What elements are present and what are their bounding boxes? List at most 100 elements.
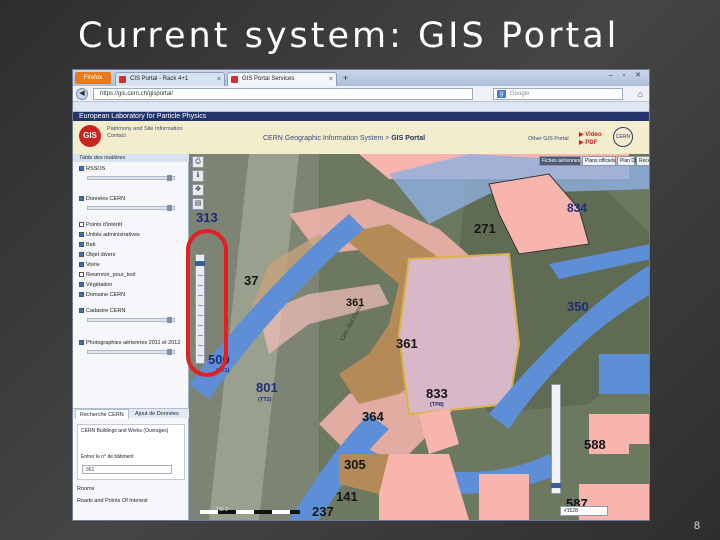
checkbox[interactable]	[79, 166, 84, 171]
building-label[interactable]: 305	[344, 457, 366, 472]
right-zoom-slider[interactable]	[551, 384, 561, 494]
slider-knob[interactable]	[167, 349, 172, 355]
browser-tab[interactable]: CIS Portal - Rack 4+1 ×	[115, 72, 225, 86]
contact-link[interactable]: Contact	[107, 133, 183, 140]
layer-item[interactable]: Données CERN	[79, 196, 125, 203]
building-label[interactable]: 833	[426, 386, 448, 401]
transparency-slider[interactable]	[87, 205, 175, 211]
search-title: CERN Buildings and Works (Ouvrages)	[81, 428, 169, 434]
layer-item[interactable]: Voirie	[79, 262, 100, 269]
media-links: ▶ Video ▶ PDF	[579, 131, 602, 147]
transparency-slider[interactable]	[87, 349, 175, 355]
transparency-slider[interactable]	[87, 317, 175, 323]
map-tab-dgn[interactable]: Plan DGN	[617, 156, 643, 166]
home-icon[interactable]: ⌂	[638, 88, 643, 100]
portal-title: CERN Geographic Information System > GIS…	[263, 135, 425, 142]
cern-logo: CERN	[613, 127, 633, 147]
video-link[interactable]: ▶ Video	[579, 131, 602, 139]
checkbox[interactable]	[79, 252, 84, 257]
checkbox[interactable]	[79, 340, 84, 345]
search-input[interactable]: g Google	[493, 88, 623, 100]
checkbox[interactable]	[79, 242, 84, 247]
checkbox[interactable]	[79, 308, 84, 313]
layers-icon[interactable]: ▤	[192, 198, 204, 210]
gis-logo: GIS	[79, 125, 101, 147]
building-sublabel: (TP8)	[430, 402, 444, 408]
back-arrow-icon[interactable]: ◀	[76, 88, 88, 100]
building-label[interactable]: 801	[256, 380, 278, 395]
layer-item[interactable]: Bati	[79, 242, 95, 249]
address-bar[interactable]: https://gis.cern.ch/gisportal/	[93, 88, 473, 100]
favicon-icon	[231, 76, 238, 83]
building-label[interactable]: 350	[567, 299, 589, 314]
layer-item[interactable]: Photographies aériennes 2011 et 2012	[79, 340, 180, 347]
building-label[interactable]: 37	[244, 273, 258, 288]
layer-item[interactable]: Domaine CERN	[79, 292, 125, 299]
building-sublabel: (TT2)	[258, 397, 272, 403]
layer-label: Unités administratives	[86, 232, 140, 238]
layer-label: Cadastre CERN	[86, 308, 126, 314]
subtitle-line: Patrimony and Site Information	[107, 126, 183, 132]
close-icon[interactable]: ×	[329, 73, 333, 86]
favicon-icon	[119, 76, 126, 83]
building-label[interactable]: 364	[362, 409, 384, 424]
layer-label: Domaine CERN	[86, 292, 126, 298]
checkbox[interactable]	[79, 292, 84, 297]
layer-item[interactable]: Cadastre CERN	[79, 308, 125, 315]
tab-recherche[interactable]: Recherche CERN	[75, 409, 129, 419]
building-label[interactable]: 237	[312, 504, 334, 519]
building-label[interactable]: 361	[396, 336, 418, 351]
pan-icon[interactable]: ✥	[192, 184, 204, 196]
layer-label: Voirie	[86, 262, 100, 268]
layer-item[interactable]: Unités administratives	[79, 232, 140, 239]
zoom-knob[interactable]	[551, 483, 561, 488]
layer-label: Données CERN	[86, 196, 126, 202]
checkbox[interactable]	[79, 262, 84, 267]
info-icon[interactable]: ℹ	[192, 170, 204, 182]
portal-title-bold: GIS Portal	[391, 135, 426, 142]
slide-number: 8	[693, 520, 700, 532]
lab-name: European Laboratory for Particle Physics	[79, 113, 207, 120]
navigation-bar: ◀ https://gis.cern.ch/gisportal/ g Googl…	[73, 86, 649, 102]
building-label[interactable]: 834	[567, 201, 587, 215]
layer-item[interactable]: Points d'intérêt	[79, 222, 122, 229]
checkbox[interactable]	[79, 272, 84, 277]
building-label[interactable]: 588	[584, 437, 606, 452]
close-icon[interactable]: ×	[217, 73, 221, 86]
checkbox[interactable]	[79, 282, 84, 287]
checkbox[interactable]	[79, 232, 84, 237]
layer-item[interactable]: Reservoir_pour_tool	[79, 272, 136, 279]
firefox-menu-button[interactable]: Firefox	[75, 72, 111, 84]
pdf-link[interactable]: ▶ PDF	[579, 139, 602, 147]
slider-knob[interactable]	[167, 175, 172, 181]
layer-label: RSSOS	[86, 166, 106, 172]
checkbox[interactable]	[79, 196, 84, 201]
rooms-link[interactable]: Rooms	[77, 486, 94, 492]
building-label[interactable]: 141	[336, 489, 358, 504]
map-tab-plans[interactable]: Plans officiels	[582, 156, 616, 166]
layer-label: Végétation	[86, 282, 113, 288]
coordinate-box[interactable]: #1528	[560, 506, 608, 516]
map-tab-recen[interactable]: Recen	[636, 156, 649, 166]
window-controls[interactable]: – ▫ ✕	[609, 71, 645, 79]
layer-item[interactable]: Objet divers	[79, 252, 115, 259]
transparency-slider[interactable]	[87, 175, 175, 181]
map-tab-fiches[interactable]: Fiches aériennes	[539, 156, 581, 166]
slider-knob[interactable]	[167, 317, 172, 323]
tab-ajout[interactable]: Ajout de Données	[131, 409, 183, 419]
checkbox[interactable]	[79, 222, 84, 227]
building-label[interactable]: 271	[474, 221, 496, 236]
other-portal-link[interactable]: Other GIS Portal	[528, 136, 569, 142]
new-tab-button[interactable]: +	[343, 72, 348, 84]
layer-item[interactable]: Végétation	[79, 282, 112, 289]
roads-link[interactable]: Roads and Points Of Interest	[77, 498, 148, 504]
slide-title: Current system: GIS Portal	[78, 16, 620, 56]
print-icon[interactable]: ⎙	[192, 156, 204, 168]
building-number-input[interactable]: 361	[82, 465, 172, 474]
layer-item[interactable]: RSSOS	[79, 166, 105, 173]
slider-knob[interactable]	[167, 205, 172, 211]
browser-tab-active[interactable]: GIS Portal Services ×	[227, 72, 337, 86]
building-label[interactable]: 313	[196, 210, 218, 225]
portal-header: European Laboratory for Particle Physics…	[73, 112, 649, 154]
layer-label: Objet divers	[86, 252, 116, 258]
